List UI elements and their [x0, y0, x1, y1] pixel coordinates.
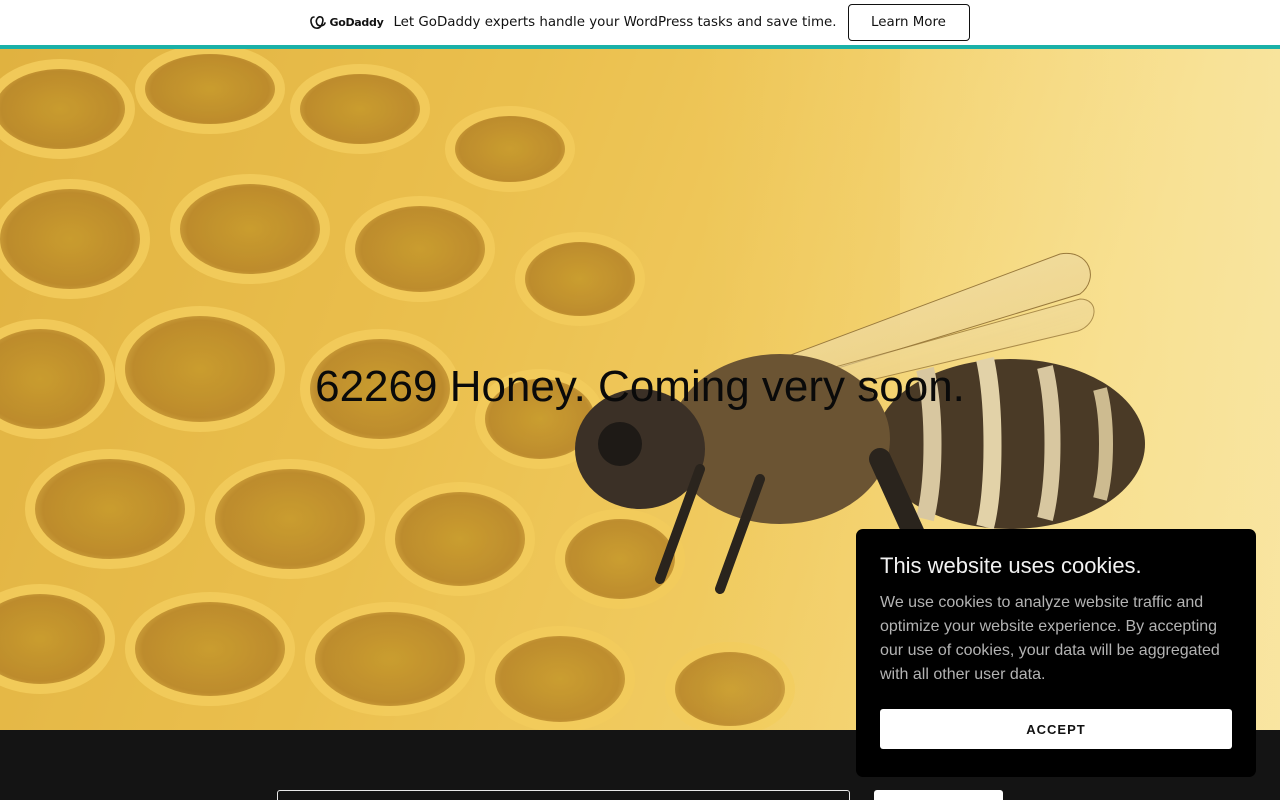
promo-bar: GoDaddy Let GoDaddy experts handle your … — [0, 0, 1280, 45]
godaddy-logo-text: GoDaddy — [329, 16, 384, 29]
accept-cookies-button[interactable]: ACCEPT — [880, 709, 1232, 749]
cookie-title: This website uses cookies. — [880, 553, 1142, 578]
godaddy-logo[interactable]: GoDaddy — [310, 15, 384, 30]
page-title: 62269 Honey. Coming very soon. — [315, 362, 965, 411]
cookie-banner: This website uses cookies. We use cookie… — [856, 529, 1256, 777]
email-field[interactable] — [277, 790, 850, 800]
cookie-message: We use cookies to analyze website traffi… — [880, 594, 1220, 683]
learn-more-button[interactable]: Learn More — [847, 4, 970, 41]
signup-button[interactable] — [874, 790, 1003, 800]
promo-message: Let GoDaddy experts handle your WordPres… — [393, 15, 837, 30]
godaddy-logo-icon — [310, 15, 327, 29]
